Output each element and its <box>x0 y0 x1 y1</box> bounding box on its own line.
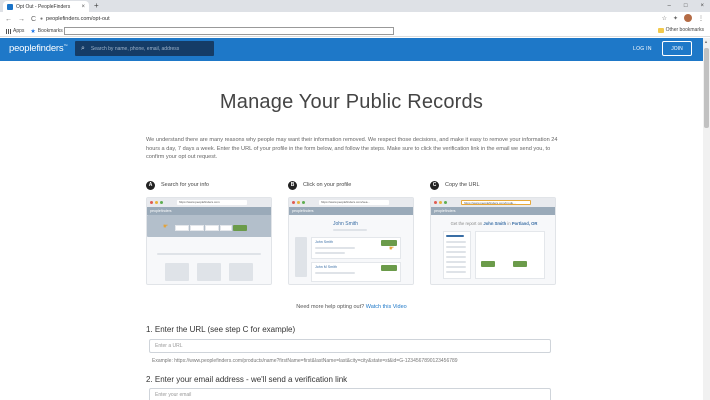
browser-tab[interactable]: Opt Out - PeopleFinders × <box>3 1 89 12</box>
pointer-hand-icon: ☛ <box>389 246 395 252</box>
scrollbar[interactable]: ▲ <box>703 38 710 400</box>
mini-url: https://www.peoplefinders.com/sea... <box>319 200 389 205</box>
step-illustration: https://www.peoplefinders.com/produ... p… <box>430 197 556 285</box>
step-c: C Copy the URL https://www.peoplefinders… <box>430 180 556 285</box>
site-logo[interactable]: peoplefinders™ <box>9 43 67 54</box>
close-window-button[interactable]: × <box>700 1 704 11</box>
back-arrow-icon[interactable]: ← <box>5 16 12 23</box>
section-2-title: 2. Enter your email address - we'll send… <box>146 375 347 384</box>
site-header: peoplefinders™ ⌕ Search by name, phone, … <box>0 38 703 61</box>
main-content: Manage Your Public Records We understand… <box>0 61 703 400</box>
mini-url-highlighted: https://www.peoplefinders.com/produ... <box>461 200 531 205</box>
lock-icon: ● <box>40 16 44 22</box>
other-bookmarks[interactable]: Other bookmarks <box>657 27 704 33</box>
watch-video-link[interactable]: Watch this Video <box>366 304 407 310</box>
browser-toolbar: ← → C ● peoplefinders.com/opt-out ☆ ✦ ⋮ <box>0 12 710 26</box>
mini-url: https://www.peoplefinders.com <box>177 200 247 205</box>
other-bookmarks-label: Other bookmarks <box>665 27 704 33</box>
address-url[interactable]: peoplefinders.com/opt-out <box>46 16 110 22</box>
bookmark-edit-field[interactable] <box>64 27 394 35</box>
mini-name-3: John M Smith <box>315 265 337 269</box>
mini-name: John Smith <box>333 221 359 227</box>
login-link[interactable]: LOG IN <box>633 46 652 52</box>
folder-icon <box>657 27 664 33</box>
maximize-button[interactable]: □ <box>684 1 688 11</box>
extensions-icon[interactable]: ✦ <box>673 15 678 22</box>
url-example: Example: https://www.peoplefinders.com/p… <box>152 358 458 364</box>
intro-text: We understand there are many reasons why… <box>146 137 558 160</box>
pointer-hand-icon: ☛ <box>163 224 169 230</box>
help-text: Need more help opting out? <box>296 304 365 310</box>
email-input[interactable]: Enter your email <box>149 388 551 400</box>
join-button[interactable]: JOIN <box>662 41 692 56</box>
browser-tabstrip: Opt Out - PeopleFinders × + – □ × <box>0 0 710 12</box>
search-input[interactable]: ⌕ Search by name, phone, email, address <box>75 41 214 56</box>
new-tab-button[interactable]: + <box>94 1 99 11</box>
menu-icon[interactable]: ⋮ <box>698 15 704 22</box>
bookmark-apps-label: Apps <box>13 28 25 34</box>
search-icon: ⌕ <box>81 44 85 52</box>
mini-brand: peoplefinders <box>431 207 555 215</box>
mini-brand: peoplefinders <box>147 207 271 215</box>
step-letter: B <box>288 180 297 190</box>
apps-grid-icon <box>6 28 11 34</box>
tab-close-icon[interactable]: × <box>81 4 85 10</box>
search-placeholder: Search by name, phone, email, address <box>90 45 180 52</box>
help-line: Need more help opting out? Watch this Vi… <box>0 304 703 310</box>
scrollbar-thumb[interactable] <box>704 48 709 128</box>
bookmark-apps[interactable]: Apps <box>6 28 24 34</box>
logo-trademark: ™ <box>63 43 68 48</box>
bookmarks-bar: Apps ★ Bookmarks Other bookmarks <box>0 26 710 37</box>
section-2-heading: 2. Enter your email address <box>146 375 244 384</box>
step-illustration: https://www.peoplefinders.com peoplefind… <box>146 197 272 285</box>
step-title: Copy the URL <box>445 182 480 188</box>
section-1-title: 1. Enter the URL (see step C for example… <box>146 325 296 334</box>
section-2-subtitle: - we'll send a verification link <box>243 375 348 384</box>
site-favicon-icon <box>7 3 13 10</box>
reload-icon[interactable]: C <box>31 16 36 23</box>
bookmark-bookmarks-label: Bookmarks <box>37 28 63 34</box>
step-b: B Click on your profile https://www.peop… <box>288 180 414 285</box>
star-icon[interactable]: ☆ <box>662 15 667 22</box>
mini-name-2: John Smith <box>315 240 333 244</box>
step-title: Search for your info <box>161 182 209 188</box>
logo-text: peoplefinders <box>9 43 64 54</box>
window-controls: – □ × <box>668 1 704 11</box>
minimize-button[interactable]: – <box>668 1 671 11</box>
page-title: Manage Your Public Records <box>219 91 484 113</box>
step-a: A Search for your info https://www.peopl… <box>146 180 272 285</box>
step-illustration: https://www.peoplefinders.com/sea... peo… <box>288 197 414 285</box>
toolbar-right: ☆ ✦ ⋮ <box>662 14 704 22</box>
mini-brand: peoplefinders <box>289 207 413 215</box>
steps-row: A Search for your info https://www.peopl… <box>146 180 558 290</box>
tab-title: Opt Out - PeopleFinders <box>16 3 71 10</box>
step-title: Click on your profile <box>303 182 352 188</box>
scroll-up-icon[interactable]: ▲ <box>704 39 708 44</box>
address-bar[interactable]: ● peoplefinders.com/opt-out <box>40 14 630 24</box>
bookmark-bookmarks[interactable]: ★ Bookmarks <box>30 28 62 35</box>
url-input[interactable]: Enter a URL <box>149 339 551 353</box>
bookmark-star-icon: ★ <box>30 28 36 35</box>
mini-report-heading: Get the report on John Smith in Portland… <box>450 221 538 226</box>
forward-arrow-icon[interactable]: → <box>18 16 25 23</box>
nav-buttons: ← → C <box>5 16 36 23</box>
step-letter: A <box>146 180 155 190</box>
step-letter: C <box>430 180 439 190</box>
avatar[interactable] <box>684 14 692 22</box>
